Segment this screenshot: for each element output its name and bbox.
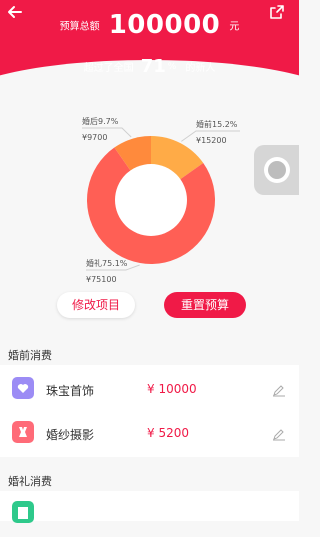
rank-suffix: 的新人 xyxy=(185,63,216,74)
list-item[interactable] xyxy=(0,491,299,537)
budget-total: 预算总额 100000 元 xyxy=(0,10,299,40)
rank-prefix: 超过了全国 xyxy=(83,63,134,74)
rank-value: 71 xyxy=(140,56,166,77)
slice-amount-婚后: ¥9700 xyxy=(82,133,107,142)
rank-unit: % xyxy=(167,61,177,72)
budget-donut-chart: 婚前15.2% ¥15200 婚后9.7% ¥9700 婚礼75.1% ¥75100 xyxy=(82,116,240,284)
item-amount: ¥ 10000 xyxy=(147,382,197,396)
pencil-icon[interactable] xyxy=(272,426,286,441)
budget-unit: 元 xyxy=(229,21,240,33)
slice-label-婚后: 婚后9.7% xyxy=(82,116,119,126)
slice-label-婚礼: 婚礼75.1% xyxy=(86,258,128,268)
item-name: 婚纱摄影 xyxy=(46,428,95,442)
heart-icon xyxy=(12,377,34,399)
budget-header: 预算总额 100000 元 超过了全国 71% 的新人 xyxy=(0,0,299,95)
donut-hole xyxy=(115,164,187,236)
dress-icon xyxy=(12,421,34,443)
slice-label-婚前: 婚前15.2% xyxy=(196,119,238,129)
book-icon xyxy=(12,501,34,523)
wedding-list xyxy=(0,491,299,523)
slice-amount-婚礼: ¥75100 xyxy=(86,275,117,284)
list-item[interactable]: 珠宝首饰 ¥ 10000 xyxy=(0,365,299,411)
pencil-icon[interactable] xyxy=(272,382,286,397)
prewedding-list: 珠宝首饰 ¥ 10000 婚纱摄影 ¥ 5200 xyxy=(0,365,299,457)
slice-amount-婚前: ¥15200 xyxy=(196,136,227,145)
rank-line: 超过了全国 71% 的新人 xyxy=(0,56,299,77)
list-item[interactable]: 婚纱摄影 ¥ 5200 xyxy=(0,411,299,457)
edit-items-button[interactable]: 修改项目 xyxy=(57,292,135,318)
item-amount: ¥ 5200 xyxy=(147,426,189,440)
section-title-prewedding: 婚前消费 xyxy=(8,349,52,362)
floating-assist-button[interactable] xyxy=(254,145,299,195)
reset-budget-button[interactable]: 重置预算 xyxy=(164,292,246,318)
item-name: 珠宝首饰 xyxy=(46,384,95,398)
budget-value: 100000 xyxy=(108,10,221,40)
budget-label: 预算总额 xyxy=(59,21,100,33)
section-title-wedding: 婚礼消费 xyxy=(8,475,52,488)
